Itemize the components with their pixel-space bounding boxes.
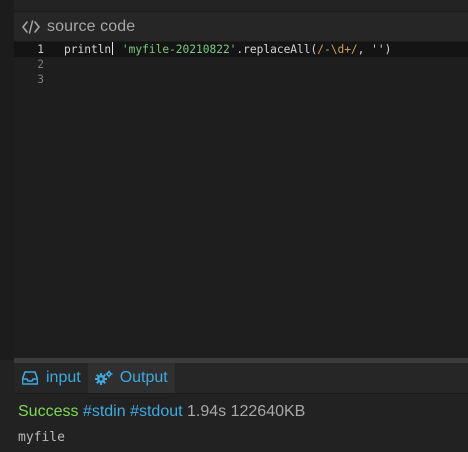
code-editor[interactable]: 1 println 'myfile-20210822'.replaceAll(/… [14,42,468,358]
stdout-tag: #stdout [130,403,183,420]
tab-output-label: Output [119,369,168,386]
code-token-string: 'myfile-20210822' [121,43,237,56]
source-code-title: source code [47,17,136,35]
code-token-println: println [64,43,112,56]
left-edge [0,0,14,360]
line-number: 1 [37,43,44,56]
inbox-icon [21,369,39,387]
code-icon [21,17,41,37]
line-number: 2 [37,58,44,71]
stdin-tag: #stdin [82,403,126,420]
code-text[interactable]: println 'myfile-20210822'.replaceAll(/-\… [64,42,391,57]
code-line-1[interactable]: 1 println 'myfile-20210822'.replaceAll(/… [14,42,468,57]
tab-input-label: input [46,369,81,386]
line-number: 3 [37,73,44,86]
memory-usage: 122640KB [230,403,306,420]
output-panel: Success #stdin #stdout 1.94s 122640KB my… [14,394,468,452]
code-runner-window: source code 1 println 'myfile-20210822'.… [0,0,468,452]
source-code-header: source code [14,12,468,42]
io-tabs: input Output [14,363,468,394]
code-token-rest: , '') [357,43,392,56]
status-badge: Success [18,403,79,420]
code-line-3[interactable]: 3 [14,72,468,87]
code-token-regex: /-\d+/ [317,43,358,56]
text-cursor [112,42,114,55]
code-token-method: .replaceAll( [236,43,318,56]
top-bar [0,0,468,12]
code-line-2[interactable]: 2 [14,57,468,72]
run-time: 1.94s [187,403,227,420]
gears-icon [94,369,113,387]
tab-input[interactable]: input [14,363,88,393]
run-status-line: Success #stdin #stdout 1.94s 122640KB [18,403,305,421]
tab-output[interactable]: Output [87,363,175,393]
program-output: myfile [18,430,65,445]
